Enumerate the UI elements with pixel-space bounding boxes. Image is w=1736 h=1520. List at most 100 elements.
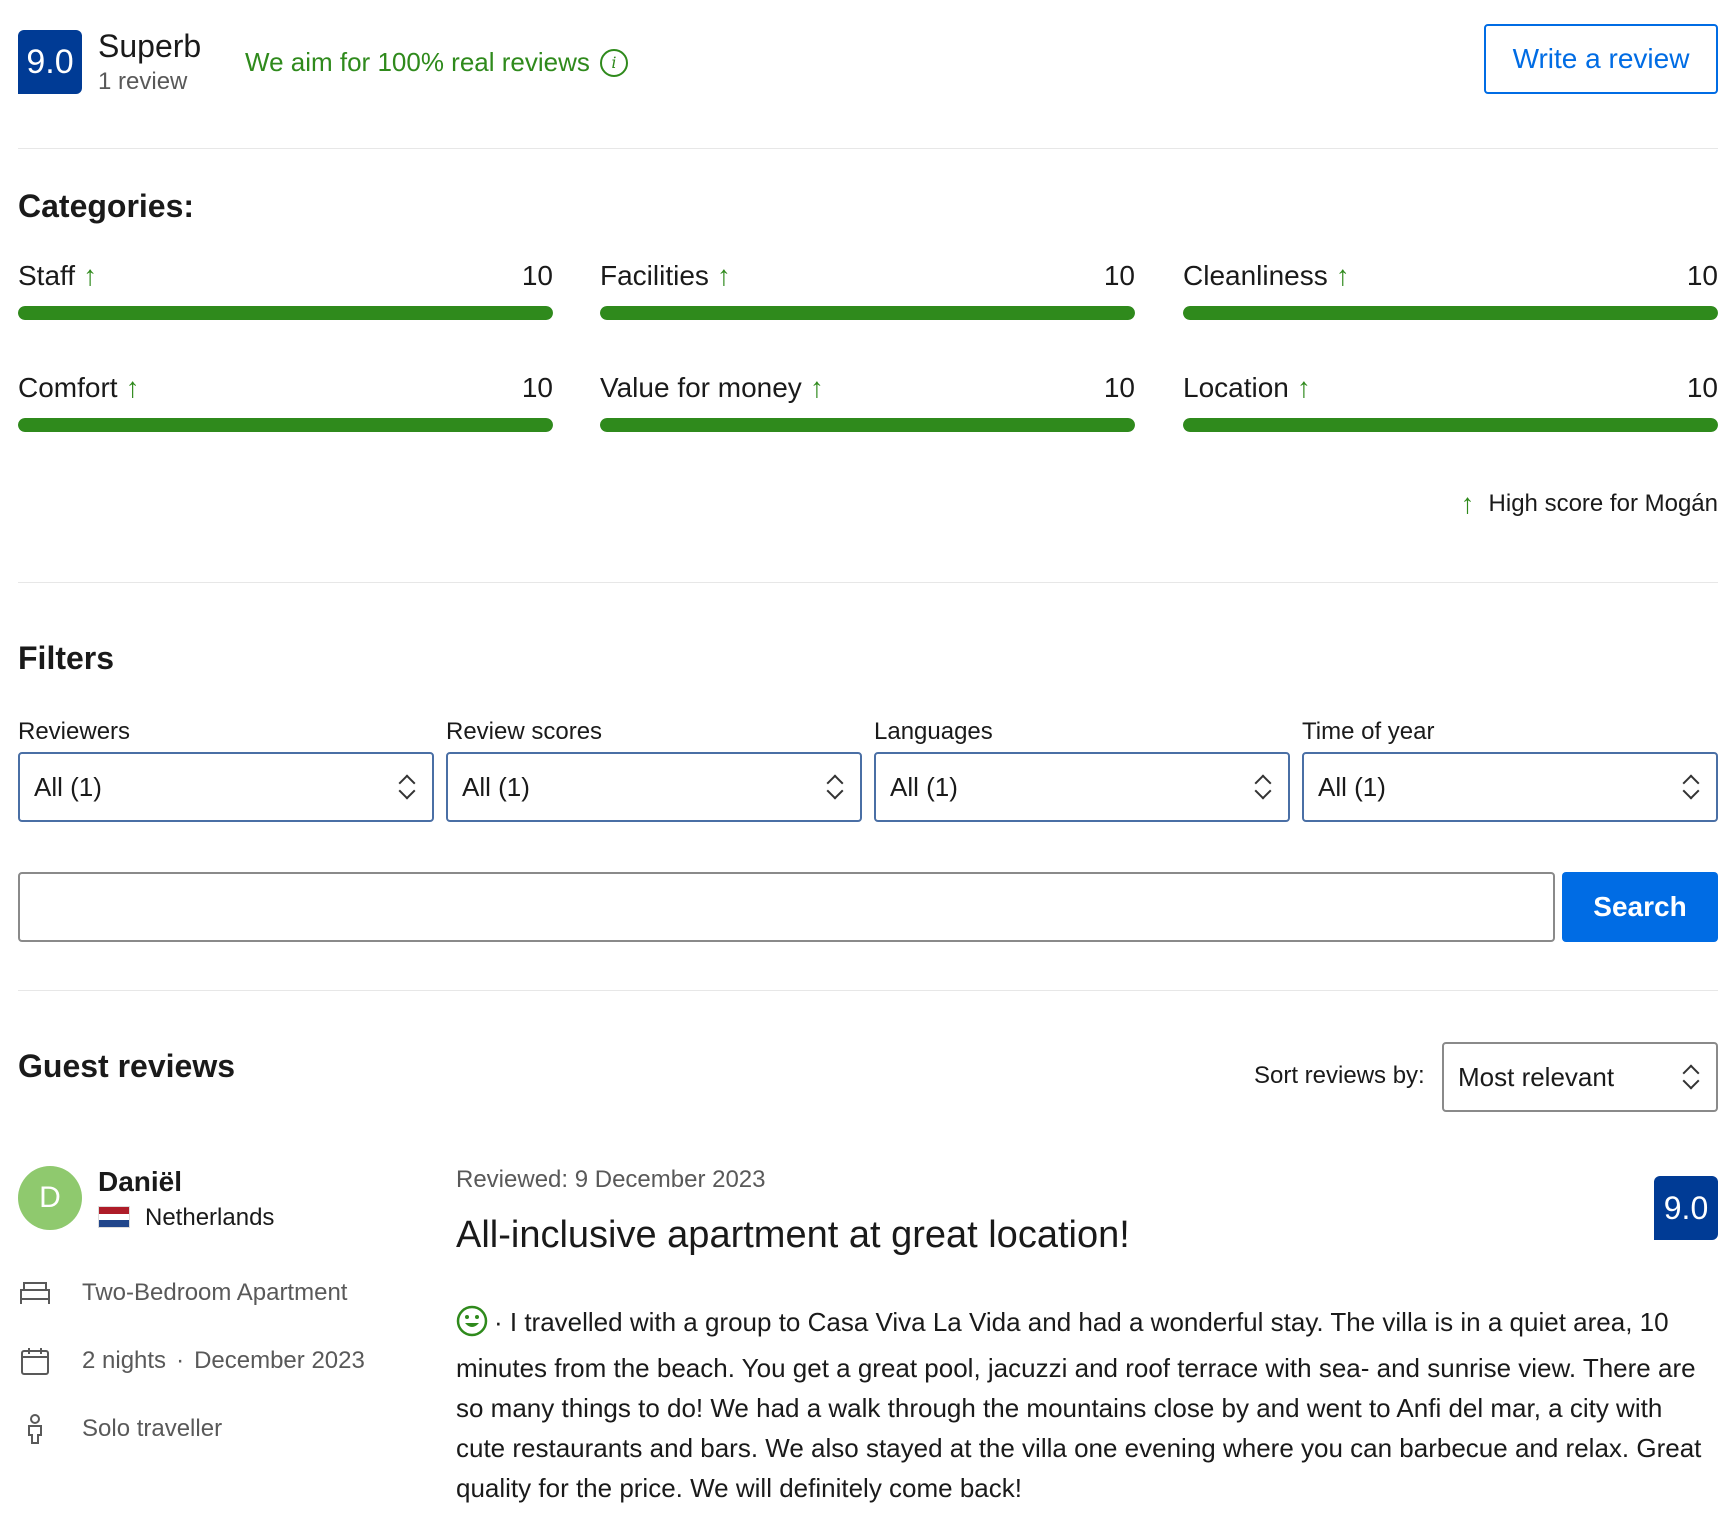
filter-review-scores: Review scores All (1) <box>446 718 862 822</box>
divider <box>18 990 1718 991</box>
category-bar <box>1183 418 1718 432</box>
category-score: 10 <box>521 260 553 291</box>
review-title: All-inclusive apartment at great locatio… <box>456 1214 1130 1256</box>
category-bar-fill <box>1183 306 1718 320</box>
review-count[interactable]: 1 review <box>98 68 187 96</box>
category-bar <box>1183 306 1718 320</box>
room-type-row: Two-Bedroom Apartment <box>18 1276 347 1310</box>
category-bar-fill <box>600 418 1135 432</box>
traveller-type: Solo traveller <box>82 1415 223 1442</box>
category-facilities: Facilities ↑ 10 <box>600 260 1135 320</box>
category-name: Value for money <box>600 372 802 403</box>
select-value: All (1) <box>34 771 102 802</box>
category-bar-fill <box>1183 418 1718 432</box>
filter-reviewers: Reviewers All (1) <box>18 718 434 822</box>
select-value: All (1) <box>462 771 530 802</box>
arrow-up-icon: ↑ <box>83 260 98 291</box>
filter-label: Languages <box>874 718 993 745</box>
arrow-up-icon: ↑ <box>809 372 824 403</box>
chevron-up-down-icon <box>1254 773 1272 801</box>
category-name: Cleanliness <box>1183 260 1328 291</box>
category-score: 10 <box>521 372 553 403</box>
chevron-up-down-icon <box>826 773 844 801</box>
categories-title: Categories: <box>18 188 195 224</box>
category-score: 10 <box>1103 372 1135 403</box>
category-score: 10 <box>1686 372 1718 403</box>
high-score-legend: ↑ High score for Mogán <box>1461 490 1718 518</box>
divider <box>18 582 1718 583</box>
time-of-year-select[interactable]: All (1) <box>1302 752 1718 822</box>
room-type[interactable]: Two-Bedroom Apartment <box>82 1279 347 1307</box>
reviewers-select[interactable]: All (1) <box>18 752 434 822</box>
reviewer-country: Netherlands <box>145 1204 275 1231</box>
smiley-icon <box>456 1305 488 1348</box>
category-name: Staff <box>18 260 76 291</box>
select-value: All (1) <box>1318 771 1386 802</box>
review-score-badge: 9.0 <box>1654 1176 1718 1240</box>
category-location: Location ↑ 10 <box>1183 372 1718 432</box>
bed-icon <box>18 1276 52 1310</box>
person-icon <box>18 1412 52 1446</box>
sort-reviews-wrapper: Most relevant <box>1442 1042 1718 1112</box>
filter-label: Reviewers <box>18 718 131 745</box>
filter-languages: Languages All (1) <box>874 718 1290 822</box>
filter-time-of-year: Time of year All (1) <box>1302 718 1718 822</box>
calendar-icon <box>18 1344 52 1378</box>
category-name: Comfort <box>18 372 118 403</box>
review-search-input[interactable] <box>18 872 1555 942</box>
overall-score-badge: 9.0 <box>18 30 82 94</box>
guest-reviews-title: Guest reviews <box>18 1048 235 1084</box>
score-word: Superb <box>98 28 202 64</box>
category-cleanliness: Cleanliness ↑ 10 <box>1183 260 1718 320</box>
arrow-up-icon: ↑ <box>1335 260 1350 291</box>
filter-label: Time of year <box>1302 718 1435 745</box>
info-icon[interactable]: i <box>599 48 628 77</box>
divider <box>18 148 1718 149</box>
reviews-page: 9.0 Superb 1 review We aim for 100% real… <box>18 0 1718 1503</box>
category-bar <box>600 418 1135 432</box>
traveller-row: Solo traveller <box>18 1412 222 1446</box>
chevron-up-down-icon <box>1682 773 1700 801</box>
category-bar <box>18 306 553 320</box>
category-comfort: Comfort ↑ 10 <box>18 372 553 432</box>
filter-label: Review scores <box>446 718 603 745</box>
category-bar-fill <box>18 306 553 320</box>
filters-title: Filters <box>18 640 115 676</box>
separator: · <box>176 1347 185 1374</box>
category-bar-fill <box>600 306 1135 320</box>
stay-row: 2 nights · December 2023 <box>18 1344 365 1378</box>
review-content: Reviewed: 9 December 2023 All-inclusive … <box>456 1166 1718 1503</box>
category-value-for-money: Value for money ↑ 10 <box>600 372 1135 432</box>
select-value: Most relevant <box>1458 1061 1615 1092</box>
arrow-up-icon: ↑ <box>716 260 731 291</box>
review-text: · I travelled with a group to Casa Viva … <box>456 1307 1702 1503</box>
real-reviews-notice[interactable]: We aim for 100% real reviews i <box>245 47 628 78</box>
category-staff: Staff ↑ 10 <box>18 260 553 320</box>
reviewed-date: Reviewed: 9 December 2023 <box>456 1166 766 1193</box>
sort-reviews-select[interactable]: Most relevant <box>1442 1042 1718 1112</box>
category-bar <box>18 418 553 432</box>
real-reviews-text: We aim for 100% real reviews <box>245 47 590 77</box>
category-bar <box>600 306 1135 320</box>
chevron-up-down-icon <box>398 773 416 801</box>
reviewer-name: Daniël <box>98 1166 183 1197</box>
languages-select[interactable]: All (1) <box>874 752 1290 822</box>
category-bar-fill <box>18 418 553 432</box>
select-value: All (1) <box>890 771 958 802</box>
category-score: 10 <box>1103 260 1135 291</box>
nights: 2 nights <box>82 1347 167 1374</box>
chevron-up-down-icon <box>1682 1063 1700 1091</box>
arrow-up-icon: ↑ <box>1296 372 1311 403</box>
category-name: Facilities <box>600 260 709 291</box>
review-body: · I travelled with a group to Casa Viva … <box>456 1302 1718 1508</box>
high-score-text: High score for Mogán <box>1488 490 1718 517</box>
sort-label: Sort reviews by: <box>1254 1062 1425 1089</box>
search-button[interactable]: Search <box>1562 872 1718 942</box>
arrow-up-icon: ↑ <box>1460 488 1475 519</box>
review-summary-header: 9.0 Superb 1 review We aim for 100% real… <box>18 0 1718 148</box>
write-review-button[interactable]: Write a review <box>1484 24 1718 94</box>
netherlands-flag-icon <box>98 1206 130 1228</box>
stay-month: December 2023 <box>194 1347 365 1374</box>
review-scores-select[interactable]: All (1) <box>446 752 862 822</box>
category-score: 10 <box>1686 260 1718 291</box>
